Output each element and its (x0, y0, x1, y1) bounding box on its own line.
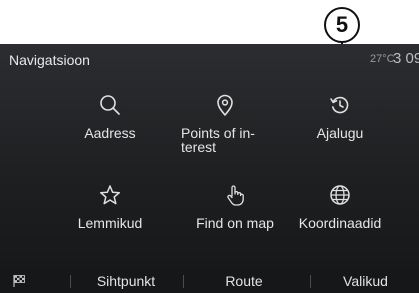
menu-item-label: Aadress (84, 125, 136, 141)
search-icon (100, 95, 120, 115)
tab-divider (310, 275, 311, 288)
location-pin-icon (217, 94, 233, 116)
clock-readout: 3 09 (393, 50, 419, 67)
hand-pointer-icon (227, 185, 244, 206)
menu-item-coordinates[interactable]: Koordinaadid (280, 184, 400, 230)
bottom-tab-bar: Sihtpunkt Route Valikud (0, 269, 419, 293)
tab-divider (183, 275, 184, 288)
navigation-screen: Navigatsioon 27°C 3 09 Aadress Points of… (0, 44, 419, 293)
menu-item-label: Find on map (196, 215, 274, 231)
top-bar: Navigatsioon 27°C 3 09 (0, 44, 419, 80)
page-title: Navigatsioon (9, 52, 90, 68)
menu-item-label: Koordinaadid (298, 215, 382, 231)
menu-item-history[interactable]: Ajalugu (280, 94, 400, 140)
tab-divider (70, 275, 71, 288)
tab-route[interactable]: Route (185, 269, 303, 293)
menu-item-address[interactable]: Aadress (50, 94, 170, 140)
temperature-readout: 27°C (370, 53, 395, 65)
menu-item-points-of-interest[interactable]: Points of in- terest (165, 94, 285, 154)
menu-item-label: Ajalugu (316, 125, 364, 141)
menu-item-find-on-map[interactable]: Find on map (175, 184, 295, 230)
globe-icon (330, 185, 350, 205)
callout-number: 5 (335, 12, 349, 37)
callout-number-badge: 5 (324, 7, 360, 43)
menu-item-favorites[interactable]: Lemmikud (50, 184, 170, 230)
star-icon (99, 185, 121, 205)
menu-item-label: Points of in- terest (181, 125, 255, 155)
tab-destination[interactable]: Sihtpunkt (72, 269, 180, 293)
history-icon (330, 96, 349, 114)
checkered-flag-icon[interactable] (12, 274, 26, 288)
tab-options[interactable]: Valikud (312, 269, 419, 293)
menu-item-label: Lemmikud (77, 215, 143, 231)
